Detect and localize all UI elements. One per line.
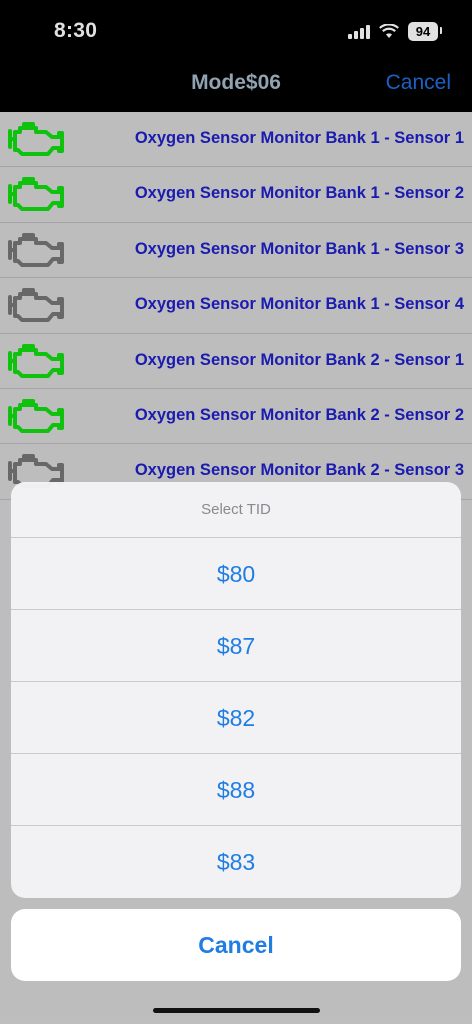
tid-option[interactable]: $83 — [11, 826, 461, 898]
home-indicator — [153, 1008, 320, 1013]
tid-option[interactable]: $82 — [11, 682, 461, 754]
tid-option[interactable]: $87 — [11, 610, 461, 682]
tid-option[interactable]: $88 — [11, 754, 461, 826]
select-tid-sheet: Select TID $80 $87 $82 $88 $83 — [11, 482, 461, 898]
tid-option[interactable]: $80 — [11, 538, 461, 610]
sheet-cancel-button[interactable]: Cancel — [11, 909, 461, 981]
sheet-title: Select TID — [11, 482, 461, 538]
